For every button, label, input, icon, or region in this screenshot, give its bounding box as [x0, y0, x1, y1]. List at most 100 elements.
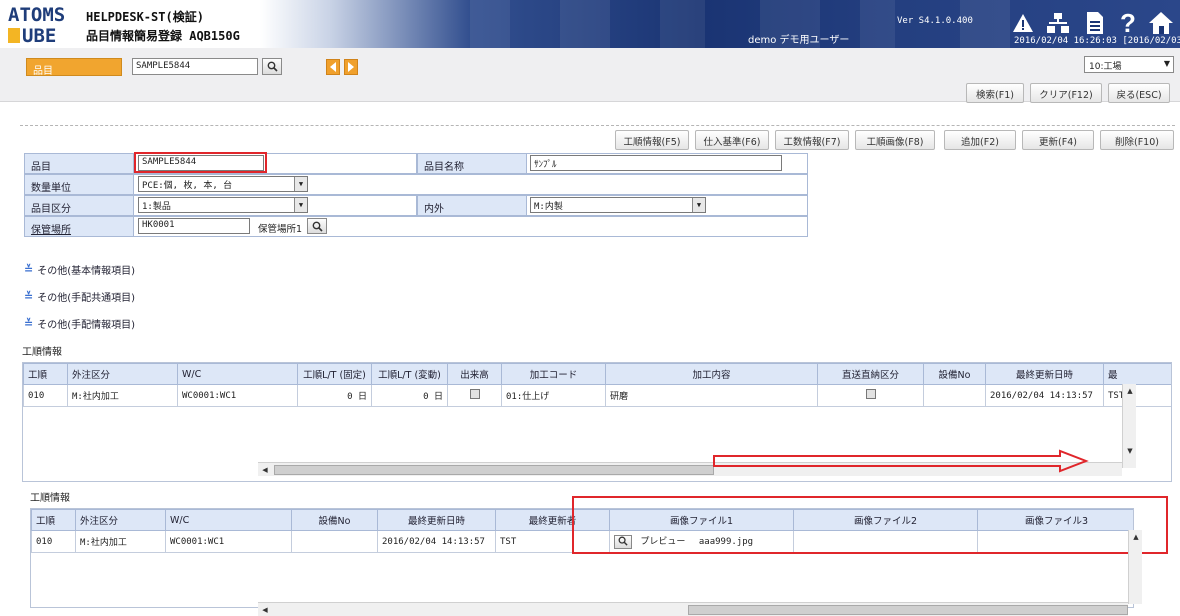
cell-updated-by: TST [1103, 384, 1171, 407]
arrow-right-icon [348, 62, 354, 72]
chevron-down-icon: ▼ [294, 198, 307, 212]
next-record-button[interactable] [344, 59, 358, 75]
cell-seq: 010 [31, 530, 76, 553]
scroll-up-icon[interactable]: ▲ [1125, 386, 1135, 396]
delete-button[interactable]: 削除(F10) [1100, 130, 1174, 150]
expander-label: その他(手配共通項目) [37, 293, 136, 304]
screen-name: 品目情報簡易登録 AQB150G [86, 29, 240, 43]
cell-seq: 010 [23, 384, 68, 407]
expander-label: その他(基本情報項目) [37, 266, 136, 277]
unit-label: 数量単位 [24, 174, 134, 195]
document-icon[interactable] [1080, 10, 1110, 36]
item-name-input[interactable]: ｻﾝﾌﾟﾙ [530, 155, 782, 171]
chevron-down-icon: ▼ [692, 198, 705, 212]
man-hour-info-button[interactable]: 工数情報(F7) [775, 130, 849, 150]
cell-output[interactable] [447, 384, 502, 407]
cell-lt-var: 0 日 [371, 384, 448, 407]
location-name: 保管場所1 [258, 224, 303, 235]
expander-common-arrangement[interactable]: ≚ その他(手配共通項目) [24, 289, 135, 304]
scroll-up-icon[interactable]: ▲ [1131, 532, 1141, 542]
search-button[interactable]: 検索(F1) [966, 83, 1024, 103]
direct-delivery-checkbox[interactable] [865, 389, 876, 399]
routing-info-button[interactable]: 工順情報(F5) [615, 130, 689, 150]
cell-lt-fixed: 0 日 [297, 384, 372, 407]
inout-select[interactable]: M:内製 ▼ [530, 197, 706, 213]
grid1-vertical-scrollbar[interactable]: ▲ ▼ [1122, 384, 1136, 468]
col-equip-no[interactable]: 設備No [923, 363, 986, 385]
unit-select-value: PCE:個, 枚, 本, 台 [142, 181, 233, 191]
grid2-horizontal-scrollbar[interactable]: ◀ [258, 602, 1128, 616]
prev-record-button[interactable] [326, 59, 340, 75]
cell-wc: WC0001:WC1 [177, 384, 298, 407]
chevron-down-icon: ▼ [294, 177, 307, 191]
grid2-vertical-scrollbar[interactable]: ▲ [1128, 530, 1142, 604]
col-lt-fixed[interactable]: 工順L/T (固定) [297, 363, 372, 385]
col-updated-at[interactable]: 最終更新日時 [377, 509, 496, 531]
item-name-label: 品目名称 [417, 153, 527, 174]
double-chevron-down-icon: ≚ [24, 290, 34, 303]
plant-select-value: 10:工場 [1089, 62, 1122, 72]
add-button[interactable]: 追加(F2) [944, 130, 1016, 150]
scroll-left-icon[interactable]: ◀ [260, 465, 270, 475]
scrollbar-thumb[interactable] [688, 605, 1128, 615]
class-select-value: 1:製品 [142, 202, 171, 212]
divider [20, 125, 1175, 126]
back-button[interactable]: 戻る(ESC) [1108, 83, 1170, 103]
plant-select[interactable]: 10:工場 ▼ [1084, 56, 1174, 73]
col-outsource[interactable]: 外注区分 [75, 509, 166, 531]
class-select[interactable]: 1:製品 ▼ [138, 197, 308, 213]
cell-wc: WC0001:WC1 [165, 530, 292, 553]
clear-button[interactable]: クリア(F12) [1030, 83, 1102, 103]
expander-basic-info[interactable]: ≚ その他(基本情報項目) [24, 262, 135, 277]
purchase-standard-button[interactable]: 仕入基準(F6) [695, 130, 769, 150]
table-row[interactable]: 010 M:社内加工 WC0001:WC1 0 日 0 日 01:仕上げ 研磨 … [23, 384, 1171, 407]
expander-arrangement-info[interactable]: ≚ その他(手配情報項目) [24, 316, 135, 331]
grid-header-row: 工順 外注区分 W/C 工順L/T (固定) 工順L/T (変動) 出来高 加工… [23, 363, 1171, 385]
col-output[interactable]: 出来高 [447, 363, 502, 385]
col-proc-desc[interactable]: 加工内容 [605, 363, 818, 385]
search-lookup-button[interactable] [262, 58, 282, 75]
col-proc-code[interactable]: 加工コード [501, 363, 606, 385]
scrollbar-thumb[interactable] [274, 465, 714, 475]
col-wc[interactable]: W/C [165, 509, 292, 531]
help-icon[interactable]: ? [1113, 8, 1143, 38]
app-name: HELPDESK-ST(検証) [86, 10, 204, 24]
home-icon[interactable] [1146, 10, 1176, 36]
cell-proc-code: 01:仕上げ [501, 384, 606, 407]
item-label: 品目 [24, 153, 134, 174]
annotation-arrow [713, 449, 1089, 473]
org-chart-icon[interactable] [1043, 10, 1073, 36]
version-label: Ver S4.1.0.400 [897, 16, 973, 26]
magnifier-icon [267, 61, 278, 72]
cell-outsource: M:社内加工 [67, 384, 178, 407]
col-updated-by[interactable]: 最 [1103, 363, 1171, 385]
unit-select[interactable]: PCE:個, 枚, 本, 台 ▼ [138, 176, 308, 192]
col-lt-var[interactable]: 工順L/T (変動) [371, 363, 448, 385]
col-wc[interactable]: W/C [177, 363, 298, 385]
user-info: demo デモ用ユーザー [748, 35, 850, 46]
col-direct-delivery[interactable]: 直送直納区分 [817, 363, 924, 385]
location-input[interactable]: HK0001 [138, 218, 250, 234]
cell-direct-delivery[interactable] [817, 384, 924, 407]
routing-image-button[interactable]: 工順画像(F8) [855, 130, 935, 150]
highlight-item [134, 152, 267, 173]
datetime-label: 2016/02/04 16:26:03 [2016/02/03] [1014, 36, 1180, 46]
scroll-down-icon[interactable]: ▼ [1125, 446, 1135, 456]
highlight-image-columns [572, 496, 1168, 554]
location-lookup-button[interactable] [307, 218, 327, 234]
col-seq[interactable]: 工順 [31, 509, 76, 531]
cell-outsource: M:社内加工 [75, 530, 166, 553]
col-equip-no[interactable]: 設備No [291, 509, 378, 531]
warning-icon[interactable] [1008, 10, 1038, 36]
col-seq[interactable]: 工順 [23, 363, 68, 385]
search-item-label: 品目 [26, 58, 122, 77]
col-updated-at[interactable]: 最終更新日時 [985, 363, 1104, 385]
double-chevron-down-icon: ≚ [24, 317, 34, 330]
location-label[interactable]: 保管場所 [24, 216, 134, 237]
output-checkbox[interactable] [469, 389, 480, 399]
col-outsource[interactable]: 外注区分 [67, 363, 178, 385]
expander-label: その他(手配情報項目) [37, 320, 136, 331]
update-button[interactable]: 更新(F4) [1022, 130, 1094, 150]
search-item-input[interactable]: SAMPLE5844 [132, 58, 258, 75]
scroll-left-icon[interactable]: ◀ [260, 605, 270, 615]
